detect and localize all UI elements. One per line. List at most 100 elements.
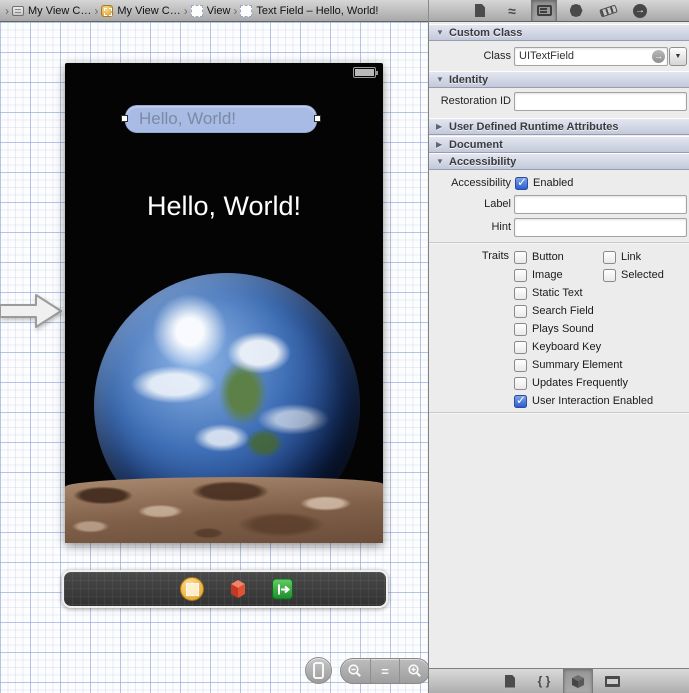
traits-caption: Traits [429,250,509,262]
zoom-out-button[interactable] [341,659,370,683]
section-runtime-attributes[interactable]: ▶ User Defined Runtime Attributes [429,118,689,135]
trait-label: User Interaction Enabled [532,395,653,407]
dock-first-responder-cube-icon[interactable] [227,578,249,600]
library-media-button[interactable] [597,669,627,693]
trait-summary-element-checkbox[interactable] [514,359,527,372]
trait-keyboard-key-checkbox[interactable] [514,341,527,354]
trait-selected-checkbox[interactable] [603,269,616,282]
accessibility-enabled-row: Enabled [515,175,573,191]
trait-static-text-checkbox[interactable] [514,287,527,300]
breadcrumb-item-view[interactable]: View [191,5,231,17]
trait-label: Static Text [532,287,583,299]
trait-row-updates-frequently: Updates Frequently [514,374,653,392]
class-combo-field[interactable]: UITextField → [514,47,668,66]
divider [429,412,689,413]
tab-attributes-inspector[interactable] [563,0,589,21]
trait-label: Keyboard Key [532,341,601,353]
ruler-icon [599,4,618,17]
battery-icon [353,67,376,78]
library-bar: { } [428,668,689,693]
section-identity[interactable]: ▼ Identity [429,71,689,88]
trait-search-field-checkbox[interactable] [514,305,527,318]
file-icon [475,4,485,17]
text-field-icon [240,5,252,17]
tab-connections-inspector[interactable]: → [627,0,653,21]
jump-to-class-icon[interactable]: → [652,50,665,63]
section-document[interactable]: ▶ Document [429,136,689,153]
class-value: UITextField [519,50,574,62]
zoom-actual-size-button[interactable]: = [370,659,400,683]
device-icon [313,662,324,679]
breadcrumb-item-view-controller[interactable]: My View C… [12,5,91,17]
scene-dock [62,570,388,608]
storyboard-canvas[interactable]: Hello, World! Hello, World! [0,22,428,693]
dock-view-object-icon[interactable] [180,577,204,601]
tab-identity-inspector[interactable] [531,0,557,21]
library-file-templates-button[interactable] [495,669,525,693]
trait-row-link: Link [603,248,664,266]
selection-handle-left[interactable] [121,115,128,122]
chevron-right-icon: › [181,4,191,18]
restoration-id-field[interactable] [514,92,687,111]
section-accessibility[interactable]: ▼ Accessibility [429,153,689,170]
chevron-right-icon: › [230,4,240,18]
initial-view-controller-arrow-icon[interactable] [0,291,64,331]
trait-user-interaction-checkbox[interactable] [514,395,527,408]
trait-label: Selected [621,269,664,281]
trait-label: Image [532,269,563,281]
accessibility-label-field[interactable] [514,195,687,214]
zoom-in-button[interactable] [399,659,429,683]
restoration-id-label: Restoration ID [429,95,511,107]
library-objects-button[interactable] [563,669,593,693]
trait-label: Summary Element [532,359,622,371]
tab-quick-help-inspector[interactable]: ≈ [499,0,525,21]
disclosure-open-icon: ▼ [436,28,444,37]
breadcrumb-label: Text Field – Hello, World! [256,5,378,17]
device-orientation-button[interactable] [305,657,332,684]
disclosure-closed-icon: ▶ [436,140,444,149]
section-title: User Defined Runtime Attributes [449,121,619,133]
code-snippet-icon: { } [538,674,551,688]
accessibility-hint-field[interactable] [514,218,687,237]
breadcrumb-item-text-field[interactable]: Text Field – Hello, World! [240,5,378,17]
dock-exit-icon[interactable] [272,579,293,600]
library-code-snippets-button[interactable]: { } [529,669,559,693]
trait-label: Search Field [532,305,594,317]
placeholder-object-icon [101,5,113,17]
trait-label: Link [621,251,641,263]
view-icon [191,5,203,17]
text-field-text: Hello, World! [139,109,236,129]
selection-handle-right[interactable] [314,115,321,122]
inspector-tab-strip: ≈ → [428,0,689,22]
iphone-view[interactable]: Hello, World! Hello, World! [65,63,383,543]
media-film-icon [605,676,620,687]
text-field-hello-world[interactable]: Hello, World! [125,105,317,133]
disclosure-closed-icon: ▶ [436,122,444,131]
trait-label: Updates Frequently [532,377,628,389]
trait-image-checkbox[interactable] [514,269,527,282]
class-dropdown-button[interactable]: ▼ [669,47,687,66]
connections-arrow-icon: → [633,4,647,18]
trait-link-checkbox[interactable] [603,251,616,264]
trait-row-summary-element: Summary Element [514,356,653,374]
xcode-interface-builder: › My View C… › My View C… › View › Text … [0,0,689,693]
trait-button-checkbox[interactable] [514,251,527,264]
magnifier-minus-icon [347,663,363,679]
trait-label: Button [532,251,564,263]
object-cube-icon [570,673,586,689]
file-template-icon [505,675,515,688]
trait-updates-frequently-checkbox[interactable] [514,377,527,390]
enabled-text: Enabled [533,177,573,189]
accessibility-hint-label: Hint [429,221,511,233]
tab-file-inspector[interactable] [467,0,493,21]
section-custom-class[interactable]: ▼ Custom Class [429,24,689,41]
section-title: Document [449,139,503,151]
trait-plays-sound-checkbox[interactable] [514,323,527,336]
tab-size-inspector[interactable] [595,0,621,21]
breadcrumb-label: My View C… [28,5,91,17]
zoom-segmented-control: = [340,658,430,684]
hello-world-label[interactable]: Hello, World! [65,191,383,222]
accessibility-enabled-checkbox[interactable] [515,177,528,190]
breadcrumb: › My View C… › My View C… › View › Text … [0,4,428,18]
breadcrumb-item-view-controller-2[interactable]: My View C… [101,5,180,17]
